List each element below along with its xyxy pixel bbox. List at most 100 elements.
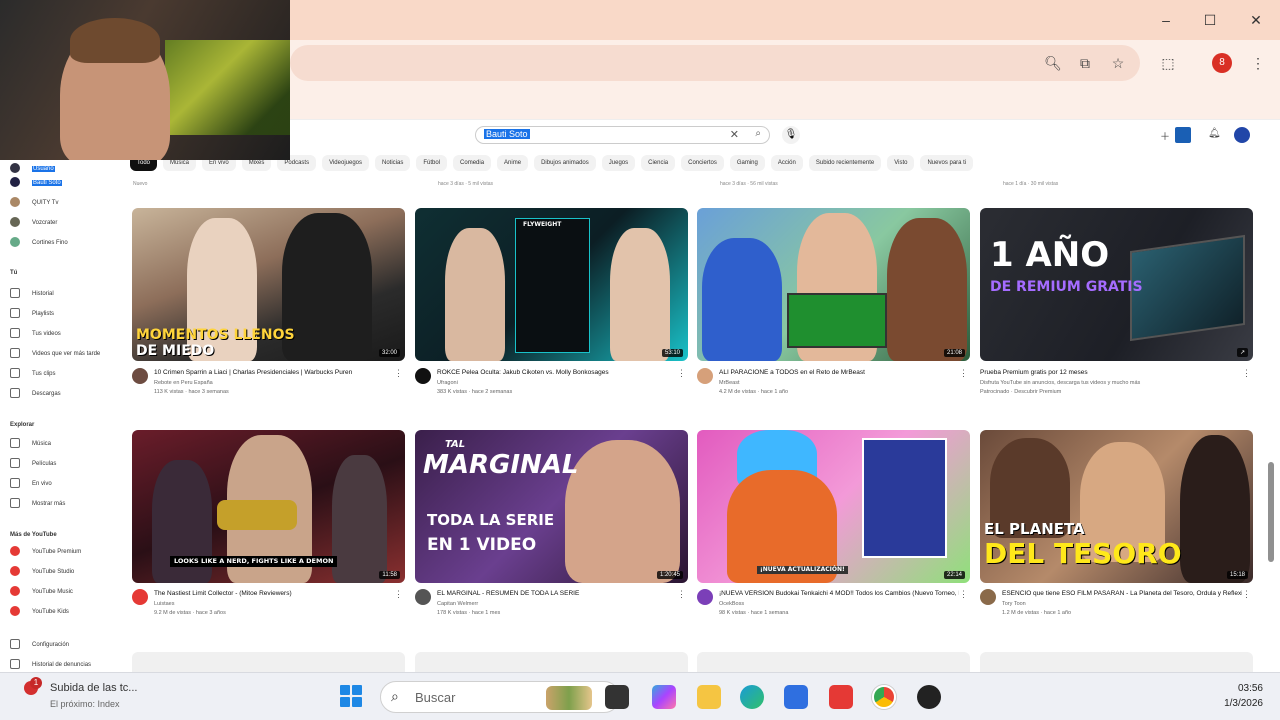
sidebar-item-bauti[interactable]: Bauti Soto — [10, 176, 120, 190]
start-menu-icon[interactable] — [340, 685, 362, 707]
channel-name[interactable]: Capitan Welmerr — [437, 601, 478, 607]
ad-title[interactable]: Prueba Premium gratis por 12 meses — [980, 369, 1220, 377]
system-clock[interactable]: 03:56 1/3/2026 — [1205, 681, 1263, 711]
mic-icon[interactable]: 🎙︎ — [782, 126, 800, 144]
channel-avatar[interactable] — [132, 368, 148, 384]
video-thumbnail[interactable]: EL PLANETA DEL TESORO 15:18 — [980, 430, 1253, 583]
chip-9[interactable]: Anime — [497, 155, 529, 171]
chip-17[interactable]: Visto — [887, 155, 915, 171]
sidebar-item-history[interactable]: Historial — [10, 287, 120, 301]
close-window-button[interactable]: ✕ — [1244, 8, 1268, 32]
sidebar-item-clips[interactable]: Tus clips — [10, 367, 120, 381]
video-title[interactable]: ¡NUEVA VERSIÓN Budokai Tenkaichi 4 MOD!!… — [719, 590, 959, 598]
chip-11[interactable]: Juegos — [601, 155, 636, 171]
menu-dots-icon[interactable]: ⋮ — [1248, 53, 1268, 73]
sidebar-item-downloads[interactable]: Descargas — [10, 387, 120, 401]
zoom-icon[interactable]: 🔍︎ — [1043, 53, 1063, 73]
video-title[interactable]: ESENCIO que tiene ESO FILM PASARAN - La … — [1002, 590, 1242, 598]
video-thumbnail[interactable]: 1 AÑO DE REMIUM GRATIS ↗ — [980, 208, 1253, 361]
chip-16[interactable]: Subido recientemente — [808, 155, 882, 171]
sidebar-item-vozcrater[interactable]: Vozcrater — [10, 216, 120, 230]
profile-avatar[interactable]: 8 — [1212, 53, 1232, 73]
sidebar-item-watch-later[interactable]: Videos que ver más tarde — [10, 347, 120, 361]
scrollbar-thumb[interactable] — [1268, 462, 1274, 562]
channel-avatar[interactable] — [132, 589, 148, 605]
video-title[interactable]: ROKCE Pelea Oculta: Jakub Cikoten vs. Mo… — [437, 369, 677, 377]
chip-14[interactable]: Gaming — [729, 155, 765, 171]
video-title[interactable]: ALI PARACIONE a TODOS en el Reto de MrBe… — [719, 369, 959, 377]
bookmark-star-icon[interactable]: ☆ — [1108, 53, 1128, 73]
chip-12[interactable]: Ciencia — [641, 155, 676, 171]
sidebar-item-settings[interactable]: Configuración — [10, 638, 120, 652]
notification-title[interactable]: Subida de las tc... — [50, 682, 137, 694]
channel-name[interactable]: Ufragoni — [437, 380, 458, 386]
sidebar-item-live[interactable]: En vivo — [10, 477, 120, 491]
chip-8[interactable]: Comedia — [453, 155, 492, 171]
sidebar-item-report-history[interactable]: Historial de denuncias — [10, 658, 120, 672]
create-icon[interactable]: ＋ — [1160, 128, 1170, 143]
more-options-icon[interactable]: ⋮ — [1242, 589, 1251, 600]
search-input[interactable]: Bauti Soto ✕ ⌕ — [475, 126, 770, 144]
account-avatar[interactable] — [1234, 127, 1250, 143]
sidebar-item-studio[interactable]: YouTube Studio — [10, 565, 120, 579]
extensions-icon[interactable]: ⬚ — [1158, 53, 1178, 73]
file-explorer-icon[interactable] — [697, 685, 721, 709]
taskbar-search[interactable]: ⌕ Buscar — [380, 681, 620, 713]
channel-name[interactable]: Tory Toon — [1002, 601, 1026, 607]
channel-avatar[interactable] — [697, 368, 713, 384]
maximize-button[interactable]: ☐ — [1198, 8, 1222, 32]
channel-avatar[interactable] — [980, 589, 996, 605]
chip-15[interactable]: Acción — [770, 155, 803, 171]
address-bar[interactable] — [290, 45, 1140, 81]
chrome-icon[interactable] — [872, 685, 896, 709]
more-options-icon[interactable]: ⋮ — [959, 589, 968, 600]
sidebar-item-quity[interactable]: QUITY Tv — [10, 196, 120, 210]
notifications-icon[interactable]: 🔔︎ — [1208, 128, 1221, 139]
more-options-icon[interactable]: ⋮ — [677, 589, 686, 600]
more-options-icon[interactable]: ⋮ — [959, 368, 968, 379]
video-title[interactable]: 10 Crimen Sparrin a Liaci | Charlas Pres… — [154, 369, 394, 377]
copilot-icon[interactable] — [652, 685, 676, 709]
channel-avatar[interactable] — [415, 368, 431, 384]
you-section-title[interactable]: Tú — [10, 270, 17, 276]
video-thumbnail[interactable]: TAL MARGINAL TODA LA SERIE EN 1 VIDEO 1:… — [415, 430, 688, 583]
video-thumbnail[interactable]: MOMENTOS LLENOS DE MIEDO 32:00 — [132, 208, 405, 361]
task-view-icon[interactable] — [605, 685, 629, 709]
chip-5[interactable]: Videojuegos — [322, 155, 369, 171]
chip-18[interactable]: Nuevos para ti — [920, 155, 974, 171]
video-title[interactable]: EL MARGINAL - RESUMEN DE TODA LA SERIE — [437, 590, 677, 598]
more-options-icon[interactable]: ⋮ — [394, 589, 403, 600]
sidebar-item-user[interactable]: Usuario — [10, 162, 120, 176]
minimize-button[interactable]: – — [1154, 8, 1178, 32]
video-title[interactable]: The Nastiest Limit Collector - (Mitoe Re… — [154, 590, 394, 598]
page-scrollbar[interactable] — [1266, 122, 1276, 670]
chip-6[interactable]: Noticias — [375, 155, 411, 171]
clear-search-icon[interactable]: ✕ — [730, 128, 739, 141]
channel-name[interactable]: MrBeast — [719, 380, 739, 386]
chip-7[interactable]: Fútbol — [416, 155, 448, 171]
chip-10[interactable]: Dibujos animados — [534, 155, 596, 171]
edge-icon[interactable] — [740, 685, 764, 709]
more-options-icon[interactable]: ⋮ — [677, 368, 686, 379]
more-options-icon[interactable]: ⋮ — [394, 368, 403, 379]
more-options-icon[interactable]: ⋮ — [1242, 368, 1251, 379]
outlook-icon[interactable] — [784, 685, 808, 709]
channel-name[interactable]: OcekBoss — [719, 601, 744, 607]
sidebar-item-show-more[interactable]: Mostrar más — [10, 497, 120, 511]
video-thumbnail[interactable]: 21:08 — [697, 208, 970, 361]
sidebar-item-music[interactable]: Música — [10, 437, 120, 451]
sidebar-item-kids[interactable]: YouTube Kids — [10, 605, 120, 619]
video-thumbnail[interactable]: FLYWEIGHT 53:10 — [415, 208, 688, 361]
channel-name[interactable]: Luistaes — [154, 601, 175, 607]
channel-avatar[interactable] — [415, 589, 431, 605]
install-app-icon[interactable]: ⧉ — [1075, 53, 1095, 73]
sidebar-item-your-videos[interactable]: Tus videos — [10, 327, 120, 341]
channel-avatar[interactable] — [697, 589, 713, 605]
obs-icon[interactable] — [917, 685, 941, 709]
sidebar-item-cortines[interactable]: Cortines Fino — [10, 236, 120, 250]
search-icon[interactable]: ⌕ — [755, 128, 761, 139]
chip-13[interactable]: Conciertos — [681, 155, 724, 171]
sidebar-item-playlists[interactable]: Playlists — [10, 307, 120, 321]
sidebar-item-premium[interactable]: YouTube Premium — [10, 545, 120, 559]
video-thumbnail[interactable]: ¡NUEVA ACTUALIZACIÓN! 22:14 — [697, 430, 970, 583]
